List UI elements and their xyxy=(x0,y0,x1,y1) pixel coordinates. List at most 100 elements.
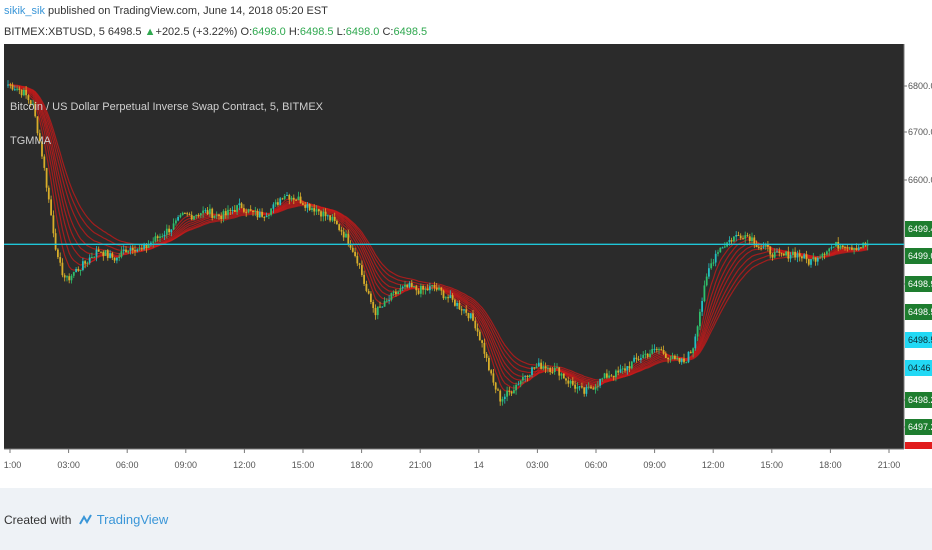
time-tick-label: 06:00 xyxy=(585,460,608,470)
candle-body xyxy=(97,249,100,252)
price-chart[interactable]: Bitcoin / US Dollar Perpetual Inverse Sw… xyxy=(0,44,932,482)
candle-body xyxy=(710,263,713,269)
candle-body xyxy=(660,349,663,351)
time-tick-label: 18:00 xyxy=(350,460,373,470)
candle-body xyxy=(581,386,583,388)
candle-body xyxy=(288,195,291,200)
candle-body xyxy=(667,358,669,360)
candle-body xyxy=(233,210,236,212)
candle-body xyxy=(503,396,506,399)
candle-body xyxy=(283,195,286,199)
candle-body xyxy=(510,391,513,394)
candle-body xyxy=(549,368,552,372)
candle-body xyxy=(499,390,502,402)
candle-body xyxy=(254,210,257,212)
price-tag-label: 6499.4 xyxy=(908,224,932,234)
open-value: 6498.0 xyxy=(252,26,286,38)
candle-body xyxy=(100,251,102,253)
candle-body xyxy=(608,375,610,378)
candle-body xyxy=(59,257,62,263)
candle-body xyxy=(456,303,458,306)
candle-body xyxy=(637,359,640,361)
candle-body xyxy=(533,367,536,369)
candle-body xyxy=(433,285,436,288)
candle-body xyxy=(696,326,699,337)
candle-body xyxy=(66,276,68,278)
candle-body xyxy=(551,371,554,373)
candle-body xyxy=(853,248,855,250)
candle-body xyxy=(846,247,849,249)
candle-body xyxy=(120,251,123,257)
candle-body xyxy=(354,251,356,256)
candle-body xyxy=(513,390,515,394)
candle-body xyxy=(68,276,71,281)
candle-body xyxy=(819,257,821,259)
candle-body xyxy=(125,249,127,253)
candle-body xyxy=(624,368,626,371)
candle-body xyxy=(140,248,143,250)
candle-body xyxy=(851,247,853,250)
time-tick-label: 09:00 xyxy=(175,460,198,470)
candle-body xyxy=(730,240,733,242)
candle-body xyxy=(649,353,651,357)
candle-body xyxy=(687,351,690,363)
candle-body xyxy=(444,297,447,299)
candle-body xyxy=(222,211,225,219)
candle-body xyxy=(658,349,660,351)
time-axis[interactable] xyxy=(4,449,932,482)
candle-body xyxy=(50,199,52,216)
candle-body xyxy=(776,251,778,253)
candle-body xyxy=(782,253,785,256)
candle-body xyxy=(399,288,402,292)
candle-body xyxy=(531,367,533,375)
candle-body xyxy=(708,268,710,277)
candle-body xyxy=(213,215,216,218)
candle-body xyxy=(721,247,724,249)
candle-body xyxy=(794,251,796,258)
author-link[interactable]: sikik_sik xyxy=(4,5,45,17)
candle-body xyxy=(524,376,527,378)
candle-body xyxy=(116,257,118,261)
candle-body xyxy=(789,255,792,259)
candle-body xyxy=(145,244,148,249)
candle-body xyxy=(16,88,18,90)
chart-area[interactable]: Bitcoin / US Dollar Perpetual Inverse Sw… xyxy=(0,44,932,482)
candle-body xyxy=(547,368,549,369)
candle-body xyxy=(186,213,189,215)
candle-body xyxy=(404,284,406,287)
tradingview-brand[interactable]: TradingView xyxy=(97,512,169,527)
candle-body xyxy=(463,309,465,311)
candle-body xyxy=(263,216,266,218)
time-tick-label: 06:00 xyxy=(116,460,139,470)
candle-body xyxy=(676,358,679,360)
candle-body xyxy=(202,210,204,214)
price-axis[interactable] xyxy=(904,44,932,449)
candle-body xyxy=(733,236,735,242)
candle-body xyxy=(336,220,338,225)
symbol-info: BITMEX:XBTUSD, 5 6498.5 xyxy=(4,26,142,38)
candle-body xyxy=(717,252,719,254)
candle-body xyxy=(651,349,654,354)
candle-body xyxy=(689,351,692,354)
low-value: 6498.0 xyxy=(345,26,380,38)
candle-body xyxy=(737,235,740,236)
candle-body xyxy=(701,301,703,312)
candle-body xyxy=(635,357,638,360)
candle-body xyxy=(204,210,207,212)
candle-body xyxy=(769,246,772,255)
candle-body xyxy=(136,249,139,252)
time-tick-label: 21:00 xyxy=(409,460,432,470)
candle-body xyxy=(374,308,377,316)
candle-body xyxy=(224,211,227,216)
candle-body xyxy=(792,251,794,256)
candle-body xyxy=(317,209,320,212)
candle-body xyxy=(299,196,302,204)
price-tick-label: 6800.0 xyxy=(908,81,932,91)
candle-body xyxy=(63,275,66,278)
candle-body xyxy=(129,247,132,251)
time-tick-label: 12:00 xyxy=(702,460,725,470)
candle-body xyxy=(594,386,597,390)
candle-body xyxy=(522,377,524,381)
candle-body xyxy=(351,247,354,252)
candle-body xyxy=(544,366,547,369)
